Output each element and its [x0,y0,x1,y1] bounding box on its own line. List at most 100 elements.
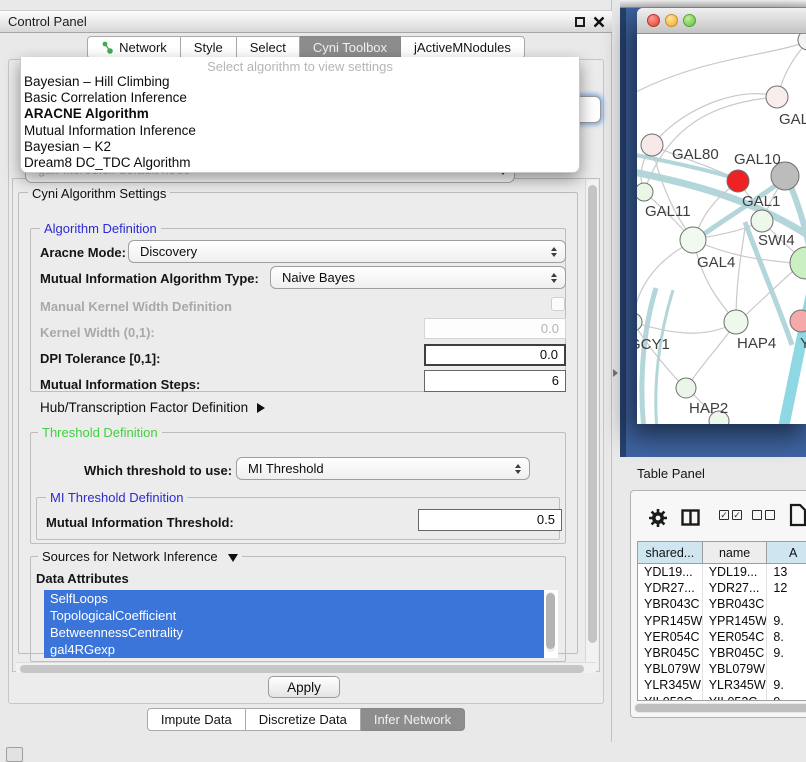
settings-horizontal-scrollbar[interactable] [16,662,596,673]
network-node[interactable] [766,86,788,108]
table-column-header[interactable]: shared... [638,542,703,563]
dpi-tolerance-field[interactable]: 0.0 [424,344,566,366]
close-icon[interactable] [593,16,605,28]
tab-discretize-data[interactable]: Discretize Data [246,708,361,731]
cyni-bottom-tabs: Impute DataDiscretize Data Infer Network [0,708,612,731]
scrollbar-thumb[interactable] [546,593,555,649]
table-column-header[interactable]: A [767,542,806,563]
network-node[interactable] [637,183,653,201]
tab-network[interactable]: Network [87,36,181,59]
network-edge[interactable] [642,288,656,424]
zoom-traffic-icon[interactable] [683,14,696,27]
table-horizontal-scrollbar[interactable] [634,703,806,713]
table-row[interactable]: YIL052CYIL052C9. [638,694,806,702]
threshold-definition-title: Threshold Definition [38,425,162,440]
table-row[interactable]: YBR045CYBR045C9. [638,645,806,661]
network-node[interactable] [637,313,642,331]
table-row[interactable]: YPR145WYPR145W9. [638,613,806,629]
table-cell: YDR27... [638,580,703,596]
table-row[interactable]: YLR345WYLR345W9. [638,677,806,693]
sources-toggle[interactable]: Sources for Network Inference [38,549,242,564]
hub-definition-label: Hub/Transcription Factor Definition [40,400,248,415]
which-threshold-combo[interactable]: MI Threshold [236,457,530,480]
minimize-traffic-icon[interactable] [665,14,678,27]
file-icon[interactable] [789,503,806,527]
sources-title: Sources for Network Inference [42,549,218,564]
control-panel-tabs: NetworkStyleSelectCyni Toolbox jActiveMNo… [0,36,612,59]
tab-cyni-toolbox[interactable]: Cyni Toolbox [300,36,401,59]
table-cell: YBL079W [638,661,703,677]
scrollbar-thumb[interactable] [20,665,584,673]
tab-infer-network[interactable]: Infer Network [361,708,465,731]
network-node[interactable] [641,134,663,156]
attribute-list-item[interactable]: gal4RGexp [44,641,544,658]
mi-type-combo[interactable]: Naive Bayes [270,266,566,289]
attribute-list-item[interactable]: BetweennessCentrality [44,624,544,641]
table-row[interactable]: YBL079WYBL079W [638,661,806,677]
node-table[interactable]: shared...nameA YDL19...YDL19...13YDR27..… [637,541,806,701]
float-icon[interactable] [575,17,585,27]
which-threshold-label: Which threshold to use: [84,463,232,478]
kernel-width-field[interactable]: 0.0 [424,318,566,339]
data-attributes-list[interactable]: SelfLoopsTopologicalCoefficientBetweenne… [44,590,558,658]
dropdown-option[interactable]: Basic Correlation Inference [21,90,579,106]
aracne-mode-combo[interactable]: Discovery [128,240,566,263]
tab-label: Infer Network [374,712,451,727]
mi-threshold-field[interactable]: 0.5 [418,509,562,531]
network-node[interactable] [751,210,773,232]
network-node[interactable] [727,170,749,192]
list-scrollbar[interactable] [546,592,555,652]
attribute-list-item[interactable]: SelfLoops [44,590,544,607]
network-canvas[interactable]: GALGAL80GAL10GAL11GAL1SWI4GAL4GCY1HAP4YH… [637,34,806,424]
network-node[interactable] [790,247,806,279]
table-row[interactable]: YER054CYER054C8. [638,629,806,645]
data-attributes-label: Data Attributes [36,571,129,586]
network-node[interactable] [680,227,706,253]
network-node[interactable] [724,310,748,334]
network-node[interactable] [676,378,696,398]
dock-icon[interactable] [6,747,23,762]
scrollbar-thumb[interactable] [635,704,806,712]
scrollbar-thumb[interactable] [588,185,597,643]
network-window-titlebar[interactable] [637,8,806,34]
dropdown-option[interactable]: Bayesian – Hill Climbing [21,74,579,90]
mi-steps-field[interactable]: 6 [424,370,566,392]
hub-definition-toggle[interactable]: Hub/Transcription Factor Definition [40,400,265,415]
network-node-label: GAL10 [734,151,781,168]
network-node-label: HAP4 [737,335,776,352]
table-row[interactable]: YBR043CYBR043C [638,596,806,612]
attribute-list-item[interactable]: TopologicalCoefficient [44,607,544,624]
network-edge[interactable] [637,323,733,333]
table-cell: 13 [767,564,806,580]
panel-divider-arrow-icon[interactable] [613,369,618,377]
select-all-checkboxes-icon[interactable]: ✓✓ [719,510,742,520]
tab-jactivemnodules[interactable]: jActiveMNodules [401,36,525,59]
settings-vertical-scrollbar[interactable] [585,180,598,670]
tab-impute-data[interactable]: Impute Data [147,708,246,731]
network-edge[interactable] [652,94,777,145]
dropdown-option[interactable]: ARACNE Algorithm [21,106,579,122]
network-edge[interactable] [737,266,799,323]
dropdown-option[interactable]: Dream8 DC_TDC Algorithm [21,155,579,171]
network-edge[interactable] [736,228,745,320]
column-layout-icon[interactable] [681,509,700,527]
table-row[interactable]: YDR27...YDR27...12 [638,580,806,596]
close-traffic-icon[interactable] [647,14,660,27]
network-node[interactable] [790,310,806,332]
manual-kernel-checkbox[interactable] [551,297,565,311]
table-cell: YBR043C [703,596,768,612]
tab-label: jActiveMNodules [414,40,511,55]
tab-style[interactable]: Style [181,36,237,59]
tab-select[interactable]: Select [237,36,300,59]
dropdown-option[interactable]: Bayesian – K2 [21,139,579,155]
dropdown-option[interactable]: Mutual Information Inference [21,123,579,139]
table-column-header[interactable]: name [703,542,768,563]
network-edge[interactable] [637,242,692,320]
apply-button[interactable]: Apply [268,676,340,698]
control-panel-title: Control Panel [8,14,87,29]
deselect-all-checkboxes-icon[interactable] [752,510,775,520]
table-row[interactable]: YDL19...YDL19...13 [638,564,806,580]
table-cell: YIL052C [638,694,703,702]
settings-gear-icon[interactable] [648,508,668,528]
network-node[interactable] [798,34,806,50]
